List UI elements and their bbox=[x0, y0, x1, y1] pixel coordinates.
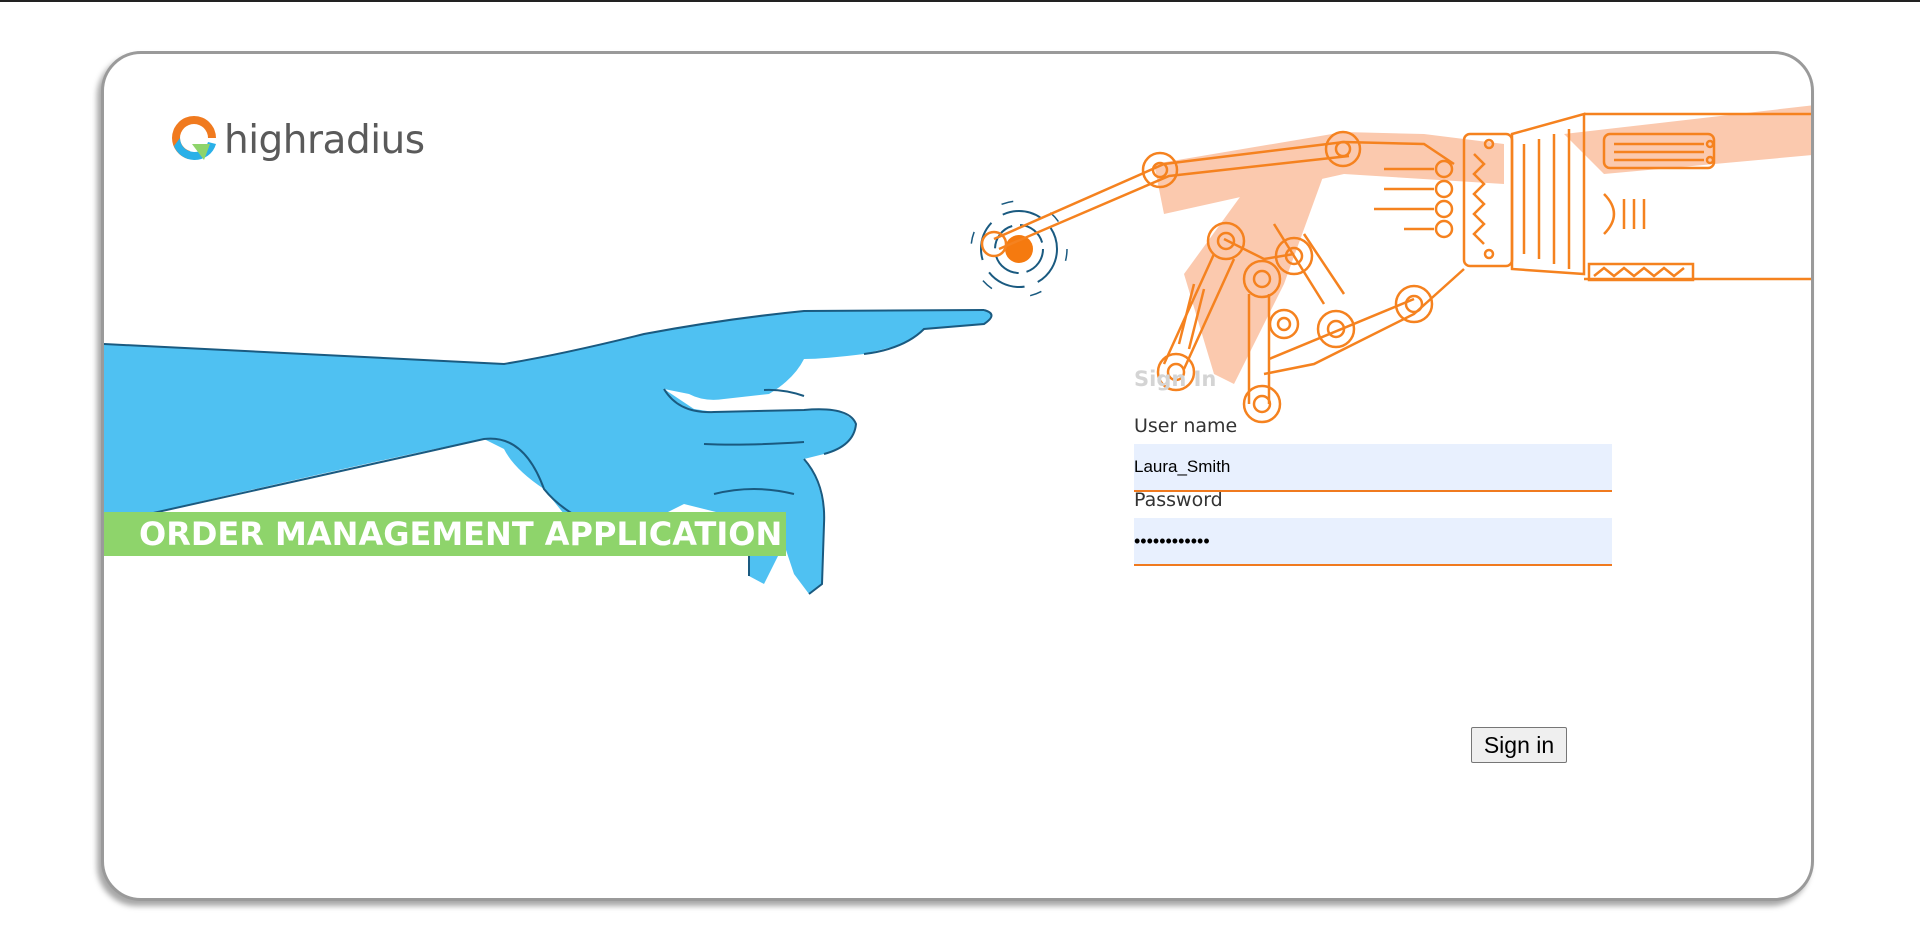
signin-button[interactable]: Sign in bbox=[1471, 727, 1567, 763]
logo-wordmark: highradius bbox=[224, 117, 425, 163]
username-label: User name bbox=[1134, 415, 1238, 437]
signin-heading: Sign In bbox=[1134, 367, 1217, 391]
robot-hand-illustration bbox=[980, 105, 1811, 424]
password-input[interactable] bbox=[1134, 518, 1612, 566]
highradius-logo-icon bbox=[172, 116, 216, 161]
password-label: Password bbox=[1134, 489, 1223, 511]
top-border bbox=[0, 0, 1920, 2]
login-card: highradius ORDER MANAGEMENT APPLICATION … bbox=[101, 51, 1814, 901]
brand-logo: highradius bbox=[168, 112, 425, 168]
app-title-banner: ORDER MANAGEMENT APPLICATION bbox=[104, 512, 786, 556]
username-input[interactable] bbox=[1134, 444, 1612, 492]
